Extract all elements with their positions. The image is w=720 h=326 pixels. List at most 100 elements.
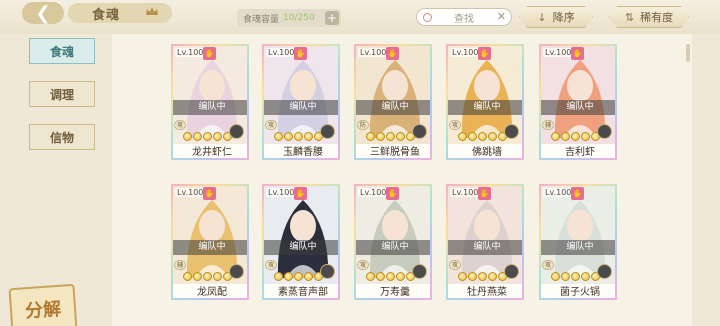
star-icon — [478, 272, 487, 281]
favorite-hand-icon: ✋ — [478, 187, 491, 200]
star-icon — [294, 272, 303, 281]
element-type-icon — [320, 264, 335, 279]
star-icon — [213, 132, 222, 141]
star-rating — [183, 272, 232, 281]
food-soul-card[interactable]: Lv.100 ✋ 编队中 攻 素蒸音声部 — [260, 182, 342, 302]
favorite-hand-icon: ✋ — [478, 47, 491, 60]
role-badge: 辅 — [174, 260, 187, 270]
star-icon — [551, 272, 560, 281]
decompose-label: 分解 — [24, 298, 62, 323]
clear-search-icon[interactable]: ✕ — [497, 10, 506, 23]
search-placeholder: 查找 — [454, 13, 474, 25]
food-soul-card[interactable]: Lv.100 ✋ 编队中 攻 玉麟香腰 — [260, 42, 342, 162]
element-type-icon — [504, 124, 519, 139]
tab-tokens[interactable]: 信物 — [29, 124, 95, 150]
character-name: 佛跳墙 — [448, 144, 522, 158]
food-soul-card[interactable]: Lv.100 ✋ 编队中 攻 万寿羹 — [352, 182, 434, 302]
star-icon — [581, 132, 590, 141]
food-soul-card[interactable]: Lv.100 ✋ 编队中 攻 佛跳墙 — [444, 42, 526, 162]
role-badge: 防 — [357, 120, 370, 130]
star-icon — [561, 132, 570, 141]
card-inner: Lv.100 ✋ 编队中 攻 牡丹燕菜 — [448, 186, 522, 298]
star-icon — [294, 132, 303, 141]
star-icon — [488, 132, 497, 141]
team-status: 编队中 — [264, 100, 338, 115]
role-badge: 攻 — [449, 120, 462, 130]
star-icon — [488, 272, 497, 281]
tab-label: 信物 — [49, 130, 74, 145]
element-type-icon — [229, 264, 244, 279]
team-status: 编队中 — [541, 100, 615, 115]
star-icon — [193, 132, 202, 141]
star-icon — [458, 132, 467, 141]
star-icon — [203, 272, 212, 281]
tab-food-soul[interactable]: 食魂 — [29, 38, 95, 64]
food-soul-card[interactable]: Lv.100 ✋ 编队中 防 三鲜脱骨鱼 — [352, 42, 434, 162]
element-type-icon — [597, 264, 612, 279]
card-inner: Lv.100 ✋ 编队中 攻 万寿羹 — [356, 186, 430, 298]
favorite-hand-icon: ✋ — [203, 47, 216, 60]
sort-order-label: 降序 — [552, 11, 575, 24]
star-rating — [274, 132, 323, 141]
sort-order-icon: ↓ — [537, 10, 547, 24]
team-status: 编队中 — [356, 100, 430, 115]
scrollbar[interactable] — [686, 44, 690, 62]
favorite-hand-icon: ✋ — [571, 187, 584, 200]
card-inner: Lv.100 ✋ 编队中 攻 素蒸音声部 — [264, 186, 338, 298]
star-icon — [376, 132, 385, 141]
star-icon — [284, 272, 293, 281]
card-inner: Lv.100 ✋ 编队中 攻 菌子火锅 — [541, 186, 615, 298]
sort-by-button[interactable]: ⇅ 稀有度 — [609, 6, 689, 28]
back-button[interactable]: ❮ — [22, 2, 64, 24]
role-badge: 攻 — [174, 120, 187, 130]
favorite-hand-icon: ✋ — [386, 187, 399, 200]
star-icon — [183, 272, 192, 281]
level-label: Lv.100 — [543, 48, 574, 57]
add-capacity-button[interactable]: + — [325, 11, 339, 25]
food-soul-card[interactable]: Lv.100 ✋ 编队中 辅 吉利虾 — [537, 42, 619, 162]
star-icon — [203, 132, 212, 141]
food-soul-card[interactable]: Lv.100 ✋ 编队中 攻 菌子火锅 — [537, 182, 619, 302]
food-soul-card[interactable]: Lv.100 ✋ 编队中 辅 龙凤配 — [169, 182, 251, 302]
star-rating — [366, 272, 415, 281]
character-name: 三鲜脱骨鱼 — [356, 144, 430, 158]
star-icon — [386, 272, 395, 281]
tab-label: 调理 — [49, 87, 74, 102]
character-name: 万寿羹 — [356, 284, 430, 298]
star-icon — [183, 132, 192, 141]
level-label: Lv.100 — [175, 48, 206, 57]
card-inner: Lv.100 ✋ 编队中 辅 龙凤配 — [173, 186, 247, 298]
star-icon — [274, 132, 283, 141]
favorite-hand-icon: ✋ — [294, 47, 307, 60]
sort-order-button[interactable]: ↓ 降序 — [519, 6, 593, 28]
element-type-icon — [229, 124, 244, 139]
star-icon — [304, 132, 313, 141]
level-label: Lv.100 — [543, 188, 574, 197]
food-soul-card[interactable]: Lv.100 ✋ 编队中 攻 牡丹燕菜 — [444, 182, 526, 302]
favorite-hand-icon: ✋ — [294, 187, 307, 200]
character-name: 素蒸音声部 — [264, 284, 338, 298]
sort-by-label: 稀有度 — [640, 11, 674, 24]
star-icon — [468, 132, 477, 141]
star-rating — [274, 272, 323, 281]
food-soul-card[interactable]: Lv.100 ✋ 编队中 攻 龙井虾仁 — [169, 42, 251, 162]
star-icon — [396, 272, 405, 281]
role-badge: 攻 — [542, 260, 555, 270]
star-icon — [274, 272, 283, 281]
star-rating — [458, 272, 507, 281]
star-icon — [581, 272, 590, 281]
element-type-icon — [412, 264, 427, 279]
card-inner: Lv.100 ✋ 编队中 辅 吉利虾 — [541, 46, 615, 158]
search-input[interactable]: 查找 ✕ — [416, 8, 512, 26]
back-arrow-icon: ❮ — [35, 2, 51, 24]
tab-conditioning[interactable]: 调理 — [29, 81, 95, 107]
star-icon — [366, 132, 375, 141]
star-icon — [561, 272, 570, 281]
favorite-hand-icon: ✋ — [203, 187, 216, 200]
card-inner: Lv.100 ✋ 编队中 攻 玉麟香腰 — [264, 46, 338, 158]
card-inner: Lv.100 ✋ 编队中 攻 龙井虾仁 — [173, 46, 247, 158]
star-icon — [376, 272, 385, 281]
level-label: Lv.100 — [175, 188, 206, 197]
tab-label: 食魂 — [49, 44, 74, 59]
decompose-button[interactable]: 分解 — [8, 283, 78, 326]
